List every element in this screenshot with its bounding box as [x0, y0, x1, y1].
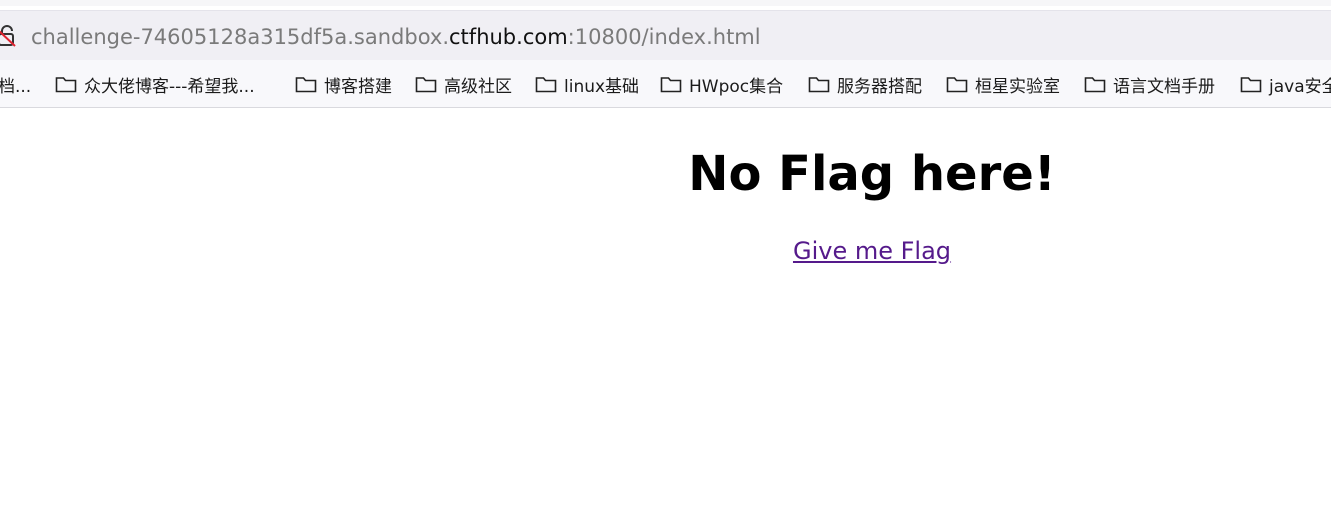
- bookmark-folder[interactable]: java安全: [1240, 72, 1331, 97]
- folder-icon: [1084, 77, 1106, 93]
- bookmark-label: 服务器搭配: [837, 76, 922, 97]
- url-suffix: :10800/index.html: [567, 25, 761, 49]
- bookmark-folder[interactable]: 众大佬博客---希望我...: [55, 72, 255, 97]
- address-bar[interactable]: challenge-74605128a315df5a.sandbox.ctfhu…: [0, 10, 1331, 60]
- give-me-flag-link[interactable]: Give me Flag: [712, 234, 1032, 268]
- window-top-strip: [0, 0, 1331, 6]
- bookmark-label: linux基础: [564, 76, 640, 97]
- folder-icon: [946, 77, 968, 93]
- bookmark-label: java安全: [1269, 76, 1331, 97]
- bookmark-folder[interactable]: 博客搭建: [295, 72, 392, 97]
- bookmark-label: 高级社区: [444, 76, 512, 97]
- bookmark-folder[interactable]: 语言文档手册: [1084, 72, 1215, 97]
- bookmark-folder[interactable]: linux基础: [535, 72, 640, 97]
- url-prefix: challenge-74605128a315df5a.sandbox.: [31, 25, 450, 49]
- bookmark-label: 桓星实验室: [975, 76, 1060, 97]
- bookmark-folder[interactable]: 高级社区: [415, 72, 512, 97]
- bookmark-folder[interactable]: 服务器搭配: [808, 72, 922, 97]
- folder-icon: [535, 77, 557, 93]
- bookmark-label: 档...: [0, 76, 32, 97]
- folder-icon: [808, 77, 830, 93]
- bookmark-folder[interactable]: HWpoc集合: [660, 72, 784, 97]
- page-heading: No Flag here!: [688, 146, 1056, 202]
- folder-icon: [660, 77, 682, 93]
- bookmark-label: 博客搭建: [324, 76, 392, 97]
- bookmark-label: 语言文档手册: [1113, 76, 1215, 97]
- bookmarks-bar: 档... 众大佬博客---希望我... 博客搭建 高级社区 linux基础 HW…: [0, 60, 1331, 108]
- page-content: No Flag here! Give me Flag: [0, 108, 1331, 524]
- not-secure-lock-icon[interactable]: [0, 24, 16, 48]
- folder-icon: [55, 77, 77, 93]
- folder-icon: [1240, 77, 1262, 93]
- folder-icon: [415, 77, 437, 93]
- folder-icon: [295, 77, 317, 93]
- bookmark-folder[interactable]: 桓星实验室: [946, 72, 1060, 97]
- bookmark-label: HWpoc集合: [689, 76, 784, 97]
- url-host: ctfhub.com: [449, 25, 568, 49]
- url-text[interactable]: challenge-74605128a315df5a.sandbox.ctfhu…: [31, 24, 761, 50]
- bookmark-item[interactable]: 档...: [0, 72, 32, 97]
- bookmark-label: 众大佬博客---希望我...: [84, 76, 255, 97]
